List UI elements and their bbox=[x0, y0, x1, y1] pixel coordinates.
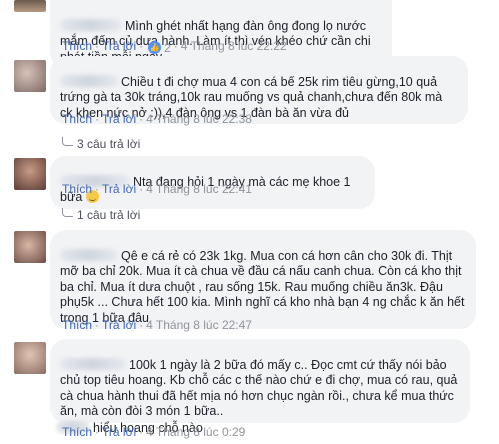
reply-link[interactable]: Trả lời bbox=[102, 182, 136, 196]
reply-link[interactable]: Trả lời bbox=[102, 425, 136, 439]
reaction-count[interactable]: 👍 2 bbox=[148, 41, 171, 55]
like-link[interactable]: Thích bbox=[62, 112, 92, 126]
comment-actions: Thích · Trả lời · 4 Tháng 8 lúc 22:41 bbox=[62, 182, 252, 196]
comment-actions: Thích · Trả lời · 4 Tháng 8 lúc 22:38 bbox=[62, 112, 252, 126]
avatar[interactable] bbox=[14, 342, 46, 374]
like-link[interactable]: Thích bbox=[62, 425, 92, 439]
commenter-name[interactable] bbox=[60, 74, 118, 87]
avatar[interactable] bbox=[14, 158, 46, 190]
like-link[interactable]: Thích bbox=[62, 39, 92, 53]
commenter-name[interactable] bbox=[60, 248, 118, 261]
timestamp[interactable]: 4 Tháng 8 lúc 22:22 bbox=[181, 39, 287, 53]
timestamp[interactable]: 4 Tháng 8 lúc 22:47 bbox=[146, 318, 252, 332]
avatar[interactable] bbox=[14, 231, 46, 263]
comment-bubble: Qê e cá rẻ có 23k 1kg. Mua con cá hơn câ… bbox=[50, 230, 476, 329]
view-replies-link[interactable]: 3 câu trả lời bbox=[62, 137, 140, 151]
timestamp[interactable]: 4 Tháng 8 lúc 22:41 bbox=[146, 182, 252, 196]
timestamp[interactable]: 4 Tháng 8 lúc 22:38 bbox=[146, 112, 252, 126]
reply-link[interactable]: Trả lời bbox=[102, 318, 136, 332]
comment-text: Qê e cá rẻ có 23k 1kg. Mua con cá hơn câ… bbox=[60, 248, 465, 325]
comment-actions: Thích · Trả lời · 4 Tháng 8 lúc 22:47 bbox=[62, 318, 252, 332]
avatar[interactable] bbox=[14, 60, 46, 92]
like-link[interactable]: Thích bbox=[62, 182, 92, 196]
reply-arrow-icon bbox=[62, 208, 73, 217]
reply-link[interactable]: Trả lời bbox=[102, 112, 136, 126]
commenter-name[interactable] bbox=[60, 357, 126, 370]
like-link[interactable]: Thích bbox=[62, 318, 92, 332]
comment-actions: Thích · Trả lời · 4 Tháng 8 lúc 0:29 bbox=[62, 425, 246, 439]
like-reaction-icon: 👍 bbox=[148, 41, 162, 54]
reply-link[interactable]: Trả lời bbox=[102, 39, 136, 53]
view-replies-link[interactable]: 1 câu trả lời bbox=[62, 208, 140, 222]
comment-actions: Thích · Trả lời · 👍 2 · 4 Tháng 8 lúc 22:22 bbox=[62, 39, 287, 55]
timestamp[interactable]: 4 Tháng 8 lúc 0:29 bbox=[146, 425, 245, 439]
avatar[interactable] bbox=[14, 0, 46, 12]
commenter-name[interactable] bbox=[60, 18, 122, 31]
reply-arrow-icon bbox=[62, 137, 73, 146]
